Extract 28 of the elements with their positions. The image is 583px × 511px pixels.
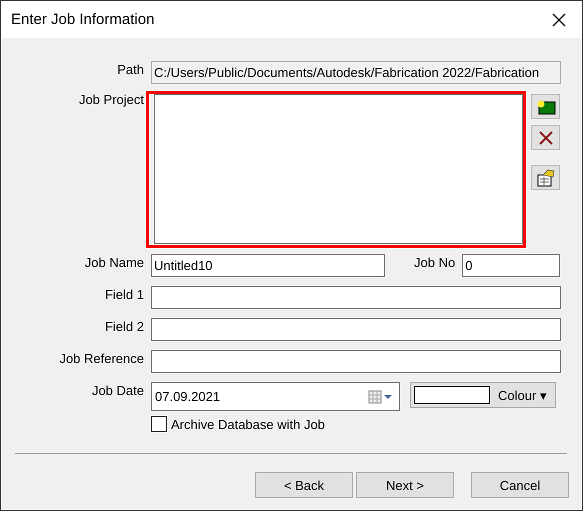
form-icon	[536, 168, 556, 186]
path-field[interactable]: C:/Users/Public/Documents/Autodesk/Fabrication 2022/Fabrication	[151, 61, 561, 84]
archive-checkbox[interactable]	[151, 416, 167, 432]
properties-button[interactable]	[531, 165, 560, 190]
delete-button[interactable]	[531, 125, 560, 150]
field-label: Job Name	[84, 254, 144, 270]
job-name-field[interactable]: Untitled10	[151, 254, 385, 277]
job-no-field[interactable]: 0	[462, 254, 560, 277]
date-picker[interactable]: 07.09.2021	[151, 382, 400, 411]
field-2-input[interactable]	[151, 318, 561, 341]
checkbox-label: Archive Database with Job	[171, 416, 325, 432]
field-label: Job Reference	[58, 350, 144, 366]
close-icon	[552, 12, 566, 26]
back-button[interactable]: < Back	[255, 472, 353, 498]
window-title: Enter Job Information	[11, 11, 154, 28]
field-label: Job Project	[78, 91, 144, 107]
cross-icon	[538, 130, 554, 146]
colour-button[interactable]: Colour ▾	[410, 382, 556, 408]
field-label: Job No	[414, 254, 456, 270]
new-project-button[interactable]	[531, 94, 560, 119]
next-button[interactable]: Next >	[356, 472, 454, 498]
cancel-button[interactable]: Cancel	[471, 472, 569, 498]
field-1-input[interactable]	[151, 286, 561, 309]
field-label: Job Date	[90, 382, 144, 398]
job-reference-field[interactable]	[151, 350, 561, 373]
field-label: Path	[116, 61, 144, 77]
field-label: Field 2	[104, 318, 144, 334]
field-label: Field 1	[104, 286, 144, 302]
